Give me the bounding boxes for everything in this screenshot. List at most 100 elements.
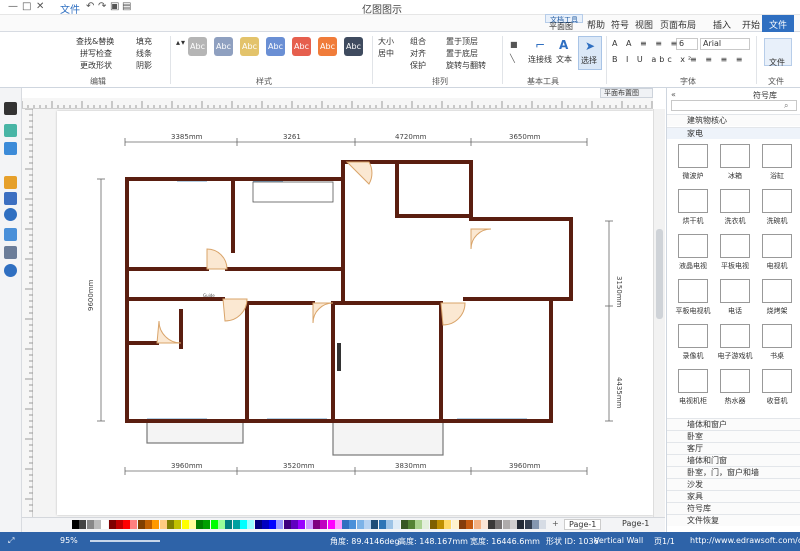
symbol-item[interactable]: 烧烤架 xyxy=(757,279,797,321)
palette-swatch[interactable] xyxy=(283,520,291,529)
palette-swatch[interactable] xyxy=(415,520,423,529)
tab-home[interactable]: 开始 xyxy=(737,17,765,32)
library-category[interactable]: 墙体和窗户 xyxy=(667,418,800,430)
palette-swatch[interactable] xyxy=(305,520,313,529)
floor-plan[interactable]: 3385mm 3261 4720mm 3650mm 3960mm 3520mm … xyxy=(57,111,653,515)
shape-line-icon[interactable]: ╲ xyxy=(510,54,515,63)
symbol-item[interactable]: 微波炉 xyxy=(673,144,713,186)
palette-swatch[interactable] xyxy=(531,520,539,529)
palette-swatch[interactable] xyxy=(510,520,517,529)
palette-swatch[interactable] xyxy=(371,520,379,529)
find-replace-button[interactable]: 查找&替换 xyxy=(76,36,114,47)
image-icon[interactable] xyxy=(4,176,17,189)
protect-button[interactable]: 保护 xyxy=(410,60,426,71)
fit-page-icon[interactable]: ⤢ xyxy=(8,536,14,546)
palette-swatch[interactable] xyxy=(364,520,371,529)
palette-swatch[interactable] xyxy=(539,520,547,529)
palette-swatch[interactable] xyxy=(524,520,532,529)
palette-swatch[interactable] xyxy=(298,520,306,529)
palette-swatch[interactable] xyxy=(145,520,152,529)
library-category[interactable]: 家具 xyxy=(667,490,800,502)
style-swatch-4[interactable]: Abc xyxy=(266,37,285,56)
library-category[interactable]: 墙体和门窗 xyxy=(667,454,800,466)
center-button[interactable]: 居中 xyxy=(378,48,394,59)
palette-swatch[interactable] xyxy=(349,520,357,529)
palette-swatch[interactable] xyxy=(130,520,138,529)
palette-swatch[interactable] xyxy=(203,520,211,529)
align-button[interactable]: 对齐 xyxy=(410,48,426,59)
minimize-button[interactable]: — xyxy=(8,1,18,12)
palette-swatch[interactable] xyxy=(385,520,393,529)
palette-swatch[interactable] xyxy=(378,520,386,529)
symbol-item[interactable]: 热水器 xyxy=(715,369,755,411)
symbol-item[interactable]: 烘干机 xyxy=(673,189,713,231)
palette-swatch[interactable] xyxy=(320,520,328,529)
page-tab-current[interactable]: Page-1 xyxy=(564,519,602,530)
font-style-buttons[interactable]: B I U abc x² xyxy=(612,55,694,64)
tab-file[interactable]: 文件 xyxy=(762,15,795,32)
library-category[interactable]: 卧室 xyxy=(667,430,800,442)
palette-swatch[interactable] xyxy=(407,520,415,529)
style-swatch-6[interactable]: Abc xyxy=(214,37,233,56)
palette-swatch[interactable] xyxy=(225,520,233,529)
style-swatch-1[interactable]: Abc xyxy=(344,37,363,56)
select-tool-button[interactable]: ➤ 选择 xyxy=(578,36,602,70)
chat-icon[interactable] xyxy=(4,246,17,259)
status-url[interactable]: http://www.edrawsoft.com/cn/ xyxy=(690,536,800,545)
maximize-button[interactable]: □ xyxy=(22,1,31,12)
comment-icon[interactable] xyxy=(4,228,17,241)
quick-access-file[interactable]: 文件 xyxy=(60,1,80,16)
palette-swatch[interactable] xyxy=(218,520,225,529)
palette-swatch[interactable] xyxy=(72,520,79,529)
palette-swatch[interactable] xyxy=(137,520,145,529)
rotate-flip-button[interactable]: 旋转与翻转 xyxy=(446,60,486,71)
palette-swatch[interactable] xyxy=(108,520,116,529)
line-button[interactable]: 线条 xyxy=(136,48,152,59)
shape-square-icon[interactable]: ■ xyxy=(510,40,518,49)
palette-swatch[interactable] xyxy=(247,520,255,529)
palette-swatch[interactable] xyxy=(312,520,320,529)
symbol-item[interactable]: 收音机 xyxy=(757,369,797,411)
format-icon[interactable] xyxy=(4,102,17,115)
search-icon[interactable]: ⌕ xyxy=(784,101,788,111)
palette-swatch[interactable] xyxy=(79,520,87,529)
palette-swatch[interactable] xyxy=(93,520,101,529)
symbol-item[interactable]: 电话 xyxy=(715,279,755,321)
palette-swatch[interactable] xyxy=(181,520,189,529)
palette-swatch[interactable] xyxy=(400,520,408,529)
symbol-item[interactable]: 录像机 xyxy=(673,324,713,366)
text-tool-button[interactable]: A 文本 xyxy=(554,36,576,70)
group-button[interactable]: 组合 xyxy=(410,36,426,47)
palette-swatch[interactable] xyxy=(159,520,167,529)
tab-help[interactable]: 帮助 xyxy=(582,17,610,32)
palette-swatch[interactable] xyxy=(502,520,510,529)
symbol-item[interactable]: 浴缸 xyxy=(757,144,797,186)
symbol-item[interactable]: 冰箱 xyxy=(715,144,755,186)
style-swatch-7[interactable]: Abc xyxy=(188,37,207,56)
symbol-item[interactable]: 洗碗机 xyxy=(757,189,797,231)
palette-swatch[interactable] xyxy=(473,520,481,529)
font-name-field[interactable]: Arial xyxy=(700,38,750,50)
symbol-item[interactable]: 洗衣机 xyxy=(715,189,755,231)
palette-swatch[interactable] xyxy=(166,520,174,529)
connector-tool-button[interactable]: ⌐ 连接线 xyxy=(528,36,554,70)
palette-swatch[interactable] xyxy=(269,520,277,529)
palette-swatch[interactable] xyxy=(123,520,131,529)
document-tab[interactable]: 平面布置图 xyxy=(600,88,653,98)
palette-swatch[interactable] xyxy=(342,520,350,529)
style-swatch-2[interactable]: Abc xyxy=(318,37,337,56)
drawing-canvas[interactable]: 3385mm 3261 4720mm 3650mm 3960mm 3520mm … xyxy=(33,109,653,517)
palette-swatch[interactable] xyxy=(451,520,459,529)
style-swatch-5[interactable]: Abc xyxy=(240,37,259,56)
palette-swatch[interactable] xyxy=(254,520,262,529)
palette-swatch[interactable] xyxy=(517,520,525,529)
palette-swatch[interactable] xyxy=(422,520,430,529)
color-palette[interactable] xyxy=(72,520,552,529)
page-tab-name[interactable]: Page-1 xyxy=(622,519,649,528)
shadow-button[interactable]: 阴影 xyxy=(136,60,152,71)
open-icon[interactable]: ▤ xyxy=(122,1,131,12)
page-icon[interactable] xyxy=(4,124,17,137)
page-add-button[interactable]: + xyxy=(552,519,559,528)
bring-to-front-button[interactable]: 置于顶层 xyxy=(446,36,478,47)
palette-swatch[interactable] xyxy=(232,520,240,529)
